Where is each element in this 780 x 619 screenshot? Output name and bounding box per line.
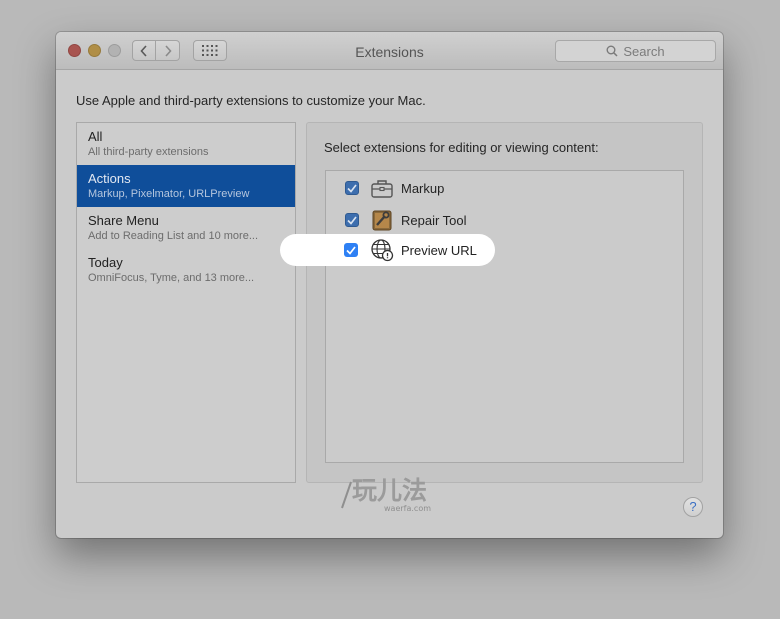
checkmark-icon [347,183,357,193]
category-subtitle: Markup, Pixelmator, URLPreview [88,188,250,200]
category-title: Share Menu [88,213,159,228]
title-bar: Extensions Search [56,32,723,70]
preferences-window: Extensions Search Use Apple and third-pa… [56,32,723,538]
category-list: All All third-party extensions Actions M… [76,122,296,483]
search-field[interactable]: Search [555,40,716,62]
search-placeholder: Search [623,43,665,59]
svg-text:玩儿法: 玩儿法 [352,476,427,505]
help-button[interactable]: ? [683,497,703,517]
category-subtitle: Add to Reading List and 10 more... [88,230,258,242]
extensions-panel: Select extensions for editing or viewing… [306,122,703,483]
toolbox-icon [371,180,393,198]
category-actions[interactable]: Actions Markup, Pixelmator, URLPreview [77,165,295,207]
repair-tool-icon [372,210,392,231]
category-share-menu[interactable]: Share Menu Add to Reading List and 10 mo… [77,207,295,249]
markup-checkbox[interactable] [345,181,359,195]
category-all[interactable]: All All third-party extensions [77,123,295,165]
category-title: All [88,129,103,144]
category-subtitle: All third-party extensions [88,146,209,158]
category-subtitle: OmniFocus, Tyme, and 13 more... [88,272,255,284]
checkmark-icon [346,245,356,255]
search-icon [606,45,618,57]
extension-label: Preview URL [401,243,477,258]
svg-text:waerfa.com: waerfa.com [384,504,431,513]
category-today[interactable]: Today OmniFocus, Tyme, and 13 more... [77,249,295,291]
intro-text: Use Apple and third-party extensions to … [76,93,426,108]
extension-label: Markup [401,180,445,196]
checkmark-icon [347,215,357,225]
repair-tool-checkbox[interactable] [345,213,359,227]
preview-url-checkbox[interactable] [344,243,358,257]
globe-icon [371,239,394,262]
extension-label: Repair Tool [401,212,467,228]
category-title: Actions [88,171,131,186]
category-title: Today [88,255,123,270]
extensions-heading: Select extensions for editing or viewing… [324,140,599,155]
watermark-logo: 玩儿法 waerfa.com [341,476,431,513]
extensions-list: Markup Repair Tool [325,170,684,463]
